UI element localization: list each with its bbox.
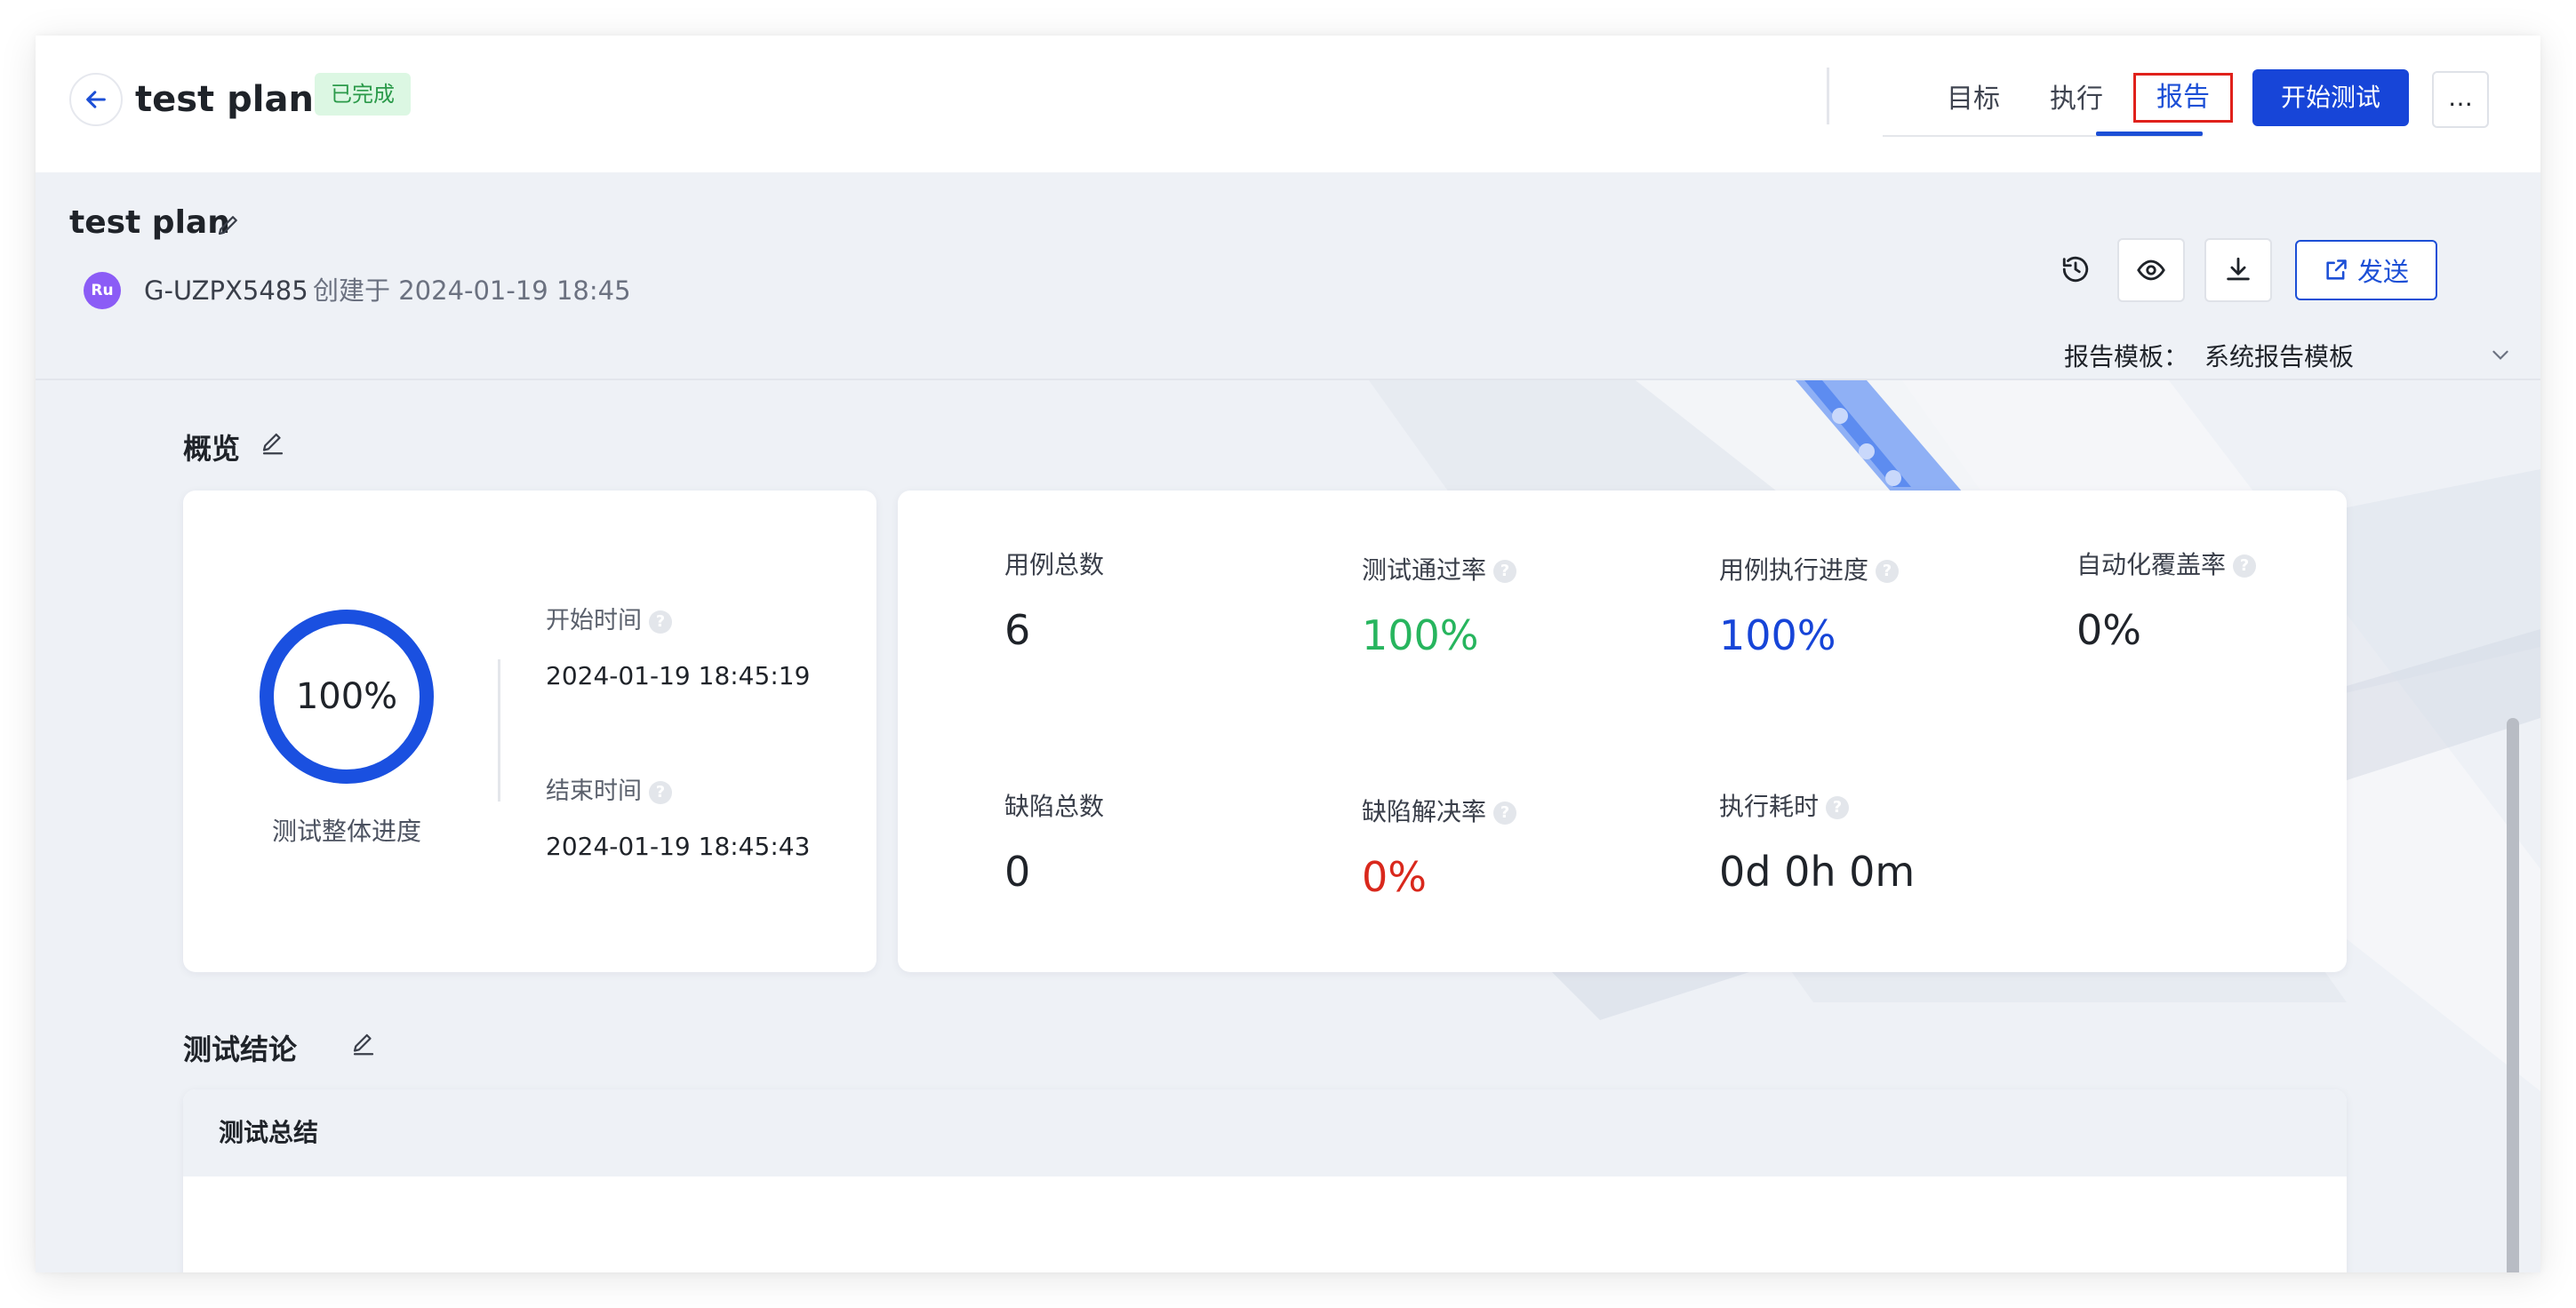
help-icon[interactable]: ? [1876, 560, 1900, 583]
report-title: test plan [69, 204, 230, 241]
metric-defect-resolution-value: 0% [1362, 853, 1427, 901]
report-content: 概览 100% 测试整体进度 开始时间? 2024-01-19 18:45:19… [36, 380, 2540, 1272]
help-icon[interactable]: ? [1826, 796, 1850, 819]
edit-icon[interactable] [260, 430, 286, 457]
metric-pass-rate-label: 测试通过率? [1362, 551, 1517, 586]
history-icon[interactable] [2060, 254, 2091, 284]
progress-label: 测试整体进度 [271, 817, 421, 846]
chevron-down-icon[interactable] [2489, 343, 2512, 366]
download-button[interactable] [2204, 238, 2272, 302]
app-window: test plan 已完成 目标 执行 报告 开始测试 … test plan … [36, 36, 2540, 1272]
metrics-card: 用例总数 6 测试通过率? 100% 用例执行进度? 100% 自动化覆盖率? … [898, 490, 2347, 972]
tab-active-indicator [2096, 132, 2203, 136]
tab-execute[interactable]: 执行 [2050, 71, 2103, 128]
progress-card: 100% 测试整体进度 开始时间? 2024-01-19 18:45:19 结束… [183, 490, 876, 972]
status-badge: 已完成 [315, 73, 411, 116]
eye-icon [2137, 259, 2165, 281]
edit-icon[interactable] [350, 1031, 377, 1057]
metric-total-defects-value: 0 [1004, 848, 1031, 896]
metric-execution-time-label: 执行耗时? [1719, 787, 1850, 823]
start-test-button[interactable]: 开始测试 [2252, 69, 2409, 126]
arrow-left-icon [86, 91, 106, 108]
end-time-label: 结束时间? [546, 771, 672, 806]
metric-label-text: 缺陷解决率 [1362, 797, 1487, 826]
metric-label-text: 自动化覆盖率 [2076, 550, 2227, 579]
back-button[interactable] [69, 73, 123, 126]
help-icon[interactable]: ? [1493, 802, 1517, 825]
metric-total-defects-label: 缺陷总数 [1004, 787, 1104, 823]
top-bar: test plan 已完成 目标 执行 报告 开始测试 … [36, 36, 2540, 172]
created-time: 创建于 2024-01-19 18:45 [313, 275, 631, 306]
avatar: Ru [84, 272, 121, 309]
plan-title: test plan [135, 79, 314, 120]
divider [498, 659, 500, 802]
tab-report[interactable]: 报告 [2133, 73, 2233, 123]
edit-icon[interactable] [215, 211, 242, 238]
start-time-label: 开始时间? [546, 601, 672, 635]
metric-execution-time-value: 0d 0h 0m [1719, 848, 1916, 896]
divider [1827, 68, 1829, 124]
help-icon[interactable]: ? [1493, 560, 1517, 583]
template-select[interactable]: 系统报告模板 [2204, 338, 2354, 373]
download-icon [2227, 257, 2250, 281]
metric-label-text: 测试通过率 [1362, 555, 1487, 585]
metric-automation-coverage-value: 0% [2076, 606, 2141, 654]
conclusion-title: 测试结论 [183, 1033, 298, 1066]
scrollbar[interactable] [2507, 718, 2519, 1272]
metric-total-cases-label: 用例总数 [1004, 546, 1104, 581]
help-icon[interactable]: ? [649, 610, 672, 634]
metric-execution-progress-label: 用例执行进度? [1719, 551, 1900, 586]
metric-execution-progress-value: 100% [1719, 611, 1836, 659]
share-icon [2326, 259, 2347, 280]
summary-header: 测试总结 [183, 1089, 2347, 1176]
more-button[interactable]: … [2432, 71, 2489, 128]
metric-label-text: 用例总数 [1004, 550, 1105, 579]
metric-automation-coverage-label: 自动化覆盖率? [2076, 546, 2257, 581]
creator-name: G-UZPX5485 [144, 275, 308, 306]
help-icon[interactable]: ? [649, 780, 672, 804]
metric-total-cases-value: 6 [1004, 606, 1031, 654]
send-label: 发送 [2356, 257, 2409, 287]
start-time-label-text: 开始时间 [546, 607, 642, 634]
progress-value: 100% [295, 676, 398, 717]
end-time-label-text: 结束时间 [546, 778, 642, 805]
help-icon[interactable]: ? [2233, 554, 2257, 578]
end-time-value: 2024-01-19 18:45:43 [546, 832, 811, 861]
preview-button[interactable] [2117, 238, 2185, 302]
send-button[interactable]: 发送 [2295, 240, 2437, 300]
overview-title: 概览 [183, 432, 241, 466]
tab-target[interactable]: 目标 [1947, 71, 2000, 128]
template-label: 报告模板： [2064, 342, 2189, 371]
metric-label-text: 缺陷总数 [1004, 792, 1105, 821]
metric-defect-resolution-label: 缺陷解决率? [1362, 793, 1517, 828]
report-header: test plan Ru G-UZPX5485 创建于 2024-01-19 1… [36, 172, 2540, 380]
summary-card: 测试总结 [183, 1089, 2347, 1272]
tab-bar: 目标 执行 报告 [1883, 71, 2233, 172]
metric-label-text: 执行耗时 [1719, 792, 1820, 821]
start-time-value: 2024-01-19 18:45:19 [546, 661, 811, 690]
metric-pass-rate-value: 100% [1362, 611, 1479, 659]
metric-label-text: 用例执行进度 [1719, 555, 1869, 585]
